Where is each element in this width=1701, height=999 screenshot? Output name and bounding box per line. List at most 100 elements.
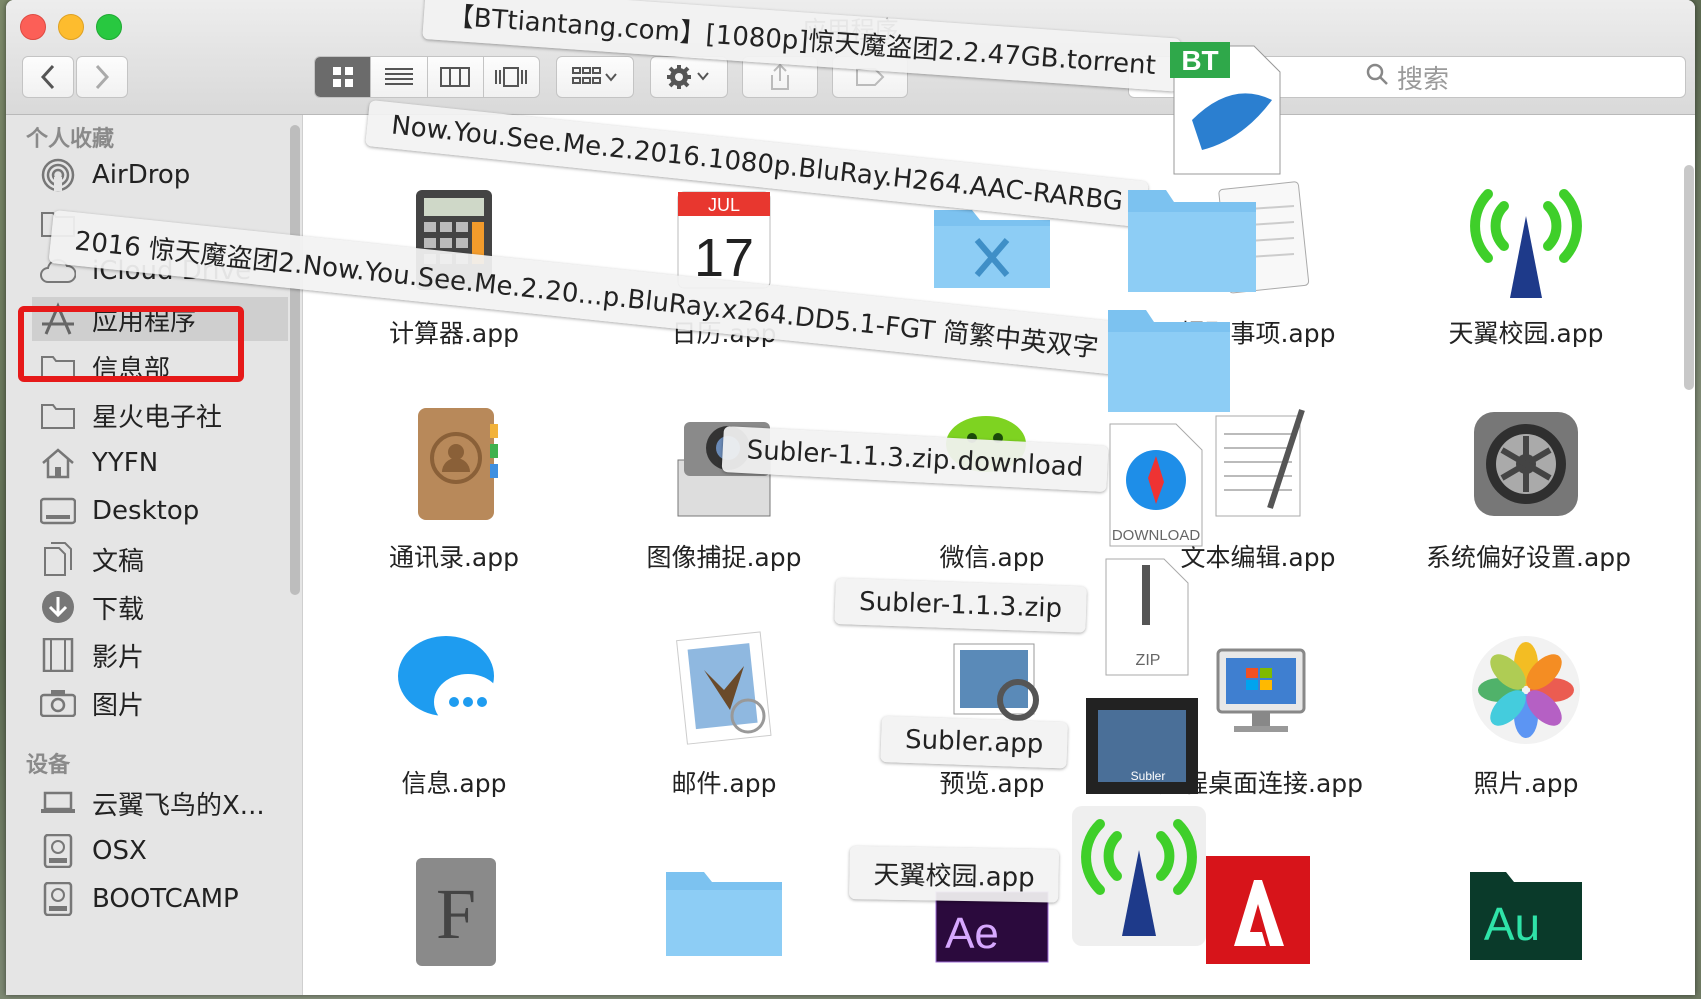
main-scrollbar[interactable] — [1684, 165, 1694, 390]
disk-icon — [40, 881, 76, 917]
sidebar-item-label: 星火电子社 — [92, 402, 223, 433]
drag-item-subler-zip: Subler-1.1.3.zip — [834, 578, 1087, 633]
sidebar-device-label: OSX — [92, 836, 147, 866]
chevron-right-icon — [95, 64, 110, 90]
tianyi-drag-icon — [1072, 806, 1206, 946]
icon-view-button[interactable] — [315, 57, 372, 97]
folder-icon — [40, 397, 76, 433]
sidebar-item-downloads[interactable]: 下载 — [40, 585, 290, 629]
laptop-icon — [40, 785, 76, 821]
remote-desktop-icon — [1198, 630, 1318, 750]
camera-icon — [40, 685, 76, 721]
app-item-messages[interactable]: 信息.app — [354, 630, 554, 800]
forward-button[interactable] — [76, 56, 128, 98]
app-label: 计算器.app — [388, 319, 519, 348]
folder-icon — [1108, 310, 1230, 412]
bt-text: BT — [1181, 45, 1218, 76]
mail-icon — [664, 630, 784, 750]
subler-text: Subler — [1131, 769, 1166, 783]
ae-text: Ae — [945, 909, 999, 958]
airdrop-icon — [40, 157, 76, 193]
home-icon — [40, 445, 76, 481]
font-book-icon: F — [394, 852, 514, 972]
share-icon — [771, 63, 789, 90]
zip-text: ZIP — [1136, 652, 1161, 669]
bt-torrent-icon: BT — [1170, 42, 1281, 175]
disk-icon — [40, 833, 76, 869]
app-item-mail[interactable]: 邮件.app — [624, 630, 824, 800]
finder-window: 应用程序 — [6, 0, 1695, 995]
sidebar-item-spark-club[interactable]: 星火电子社 — [40, 393, 290, 437]
svg-text:F: F — [436, 874, 476, 954]
sidebar-item-documents[interactable]: 文稿 — [40, 537, 290, 581]
column-view-button[interactable] — [428, 57, 484, 97]
sidebar-item-label: 图片 — [92, 690, 145, 721]
back-button[interactable] — [22, 56, 74, 98]
action-button[interactable] — [650, 56, 728, 98]
favorites-header: 个人收藏 — [26, 127, 115, 152]
sidebar-item-pictures[interactable]: 图片 — [40, 681, 290, 725]
highlight-box — [18, 306, 244, 382]
sidebar-item-label: YYFN — [92, 448, 159, 478]
devices-header: 设备 — [26, 753, 71, 778]
app-item-tianyi[interactable]: 天翼校园.app — [1426, 180, 1626, 350]
photos-icon — [1466, 630, 1586, 750]
sidebar-scrollbar[interactable] — [290, 125, 300, 595]
app-label: 信息.app — [401, 769, 507, 798]
app-label: 系统偏好设置.app — [1426, 543, 1632, 572]
zip-file-icon: ZIP — [1105, 558, 1189, 676]
columns-icon — [440, 67, 471, 87]
app-label: 预览.app — [939, 769, 1045, 798]
movies-icon — [40, 637, 76, 673]
app-label: 通讯录.app — [388, 543, 519, 572]
grid-icon — [332, 67, 353, 87]
search-placeholder: 搜索 — [1396, 64, 1449, 95]
sidebar-item-label: 下载 — [92, 594, 145, 625]
app-label: 微信.app — [939, 543, 1045, 572]
folder-icon — [1128, 190, 1256, 292]
contacts-icon — [394, 404, 514, 524]
sidebar-item-label: Desktop — [92, 496, 200, 526]
drag-item-subler-app: Subler.app — [880, 716, 1069, 769]
app-label: 天翼校园.app — [1448, 319, 1604, 348]
drag-item-tianyi: 天翼校园.app — [849, 846, 1060, 903]
download-text: DOWNLOAD — [1112, 527, 1201, 544]
app-item-system-preferences[interactable]: 系统偏好设置.app — [1426, 404, 1632, 574]
textedit-icon — [1198, 404, 1318, 524]
list-icon — [384, 68, 413, 85]
folder-icon — [664, 852, 784, 972]
coverflow-icon — [495, 67, 528, 87]
desktop-icon — [40, 493, 76, 529]
app-item-contacts[interactable]: 通讯录.app — [354, 404, 554, 574]
sidebar-device-osx[interactable]: OSX — [40, 829, 290, 873]
chevron-left-icon — [40, 64, 55, 90]
list-view-button[interactable] — [371, 57, 428, 97]
audition-icon: Au — [1466, 852, 1586, 972]
app-item-font-book[interactable]: F — [354, 852, 554, 972]
sidebar-item-home[interactable]: YYFN — [40, 441, 290, 485]
messages-icon — [394, 630, 514, 750]
adobe-icon — [1198, 852, 1318, 972]
cover-flow-button[interactable] — [484, 57, 539, 97]
app-label: 邮件.app — [671, 769, 777, 798]
app-item-folder[interactable] — [624, 852, 824, 972]
sidebar-item-label: 文稿 — [92, 546, 145, 577]
arrange-button[interactable] — [556, 56, 634, 98]
downloads-icon — [40, 589, 76, 625]
calendar-month: JUL — [708, 195, 740, 215]
tianyi-icon — [1466, 180, 1586, 300]
sidebar-item-airdrop[interactable]: AirDrop — [40, 153, 290, 197]
gear-icon — [667, 65, 709, 89]
system-preferences-icon — [1466, 404, 1586, 524]
documents-icon — [40, 541, 76, 577]
app-item-preview[interactable]: 预览.app — [892, 630, 1092, 800]
app-item-photos[interactable]: 照片.app — [1426, 630, 1626, 800]
sidebar-device-macbook[interactable]: 云翼飞鸟的X... — [40, 781, 290, 825]
app-item-audition[interactable]: Au — [1426, 852, 1626, 972]
download-file-icon: DOWNLOAD — [1109, 423, 1203, 547]
sidebar-item-movies[interactable]: 影片 — [40, 633, 290, 677]
au-text: Au — [1484, 898, 1540, 950]
sidebar-device-bootcamp[interactable]: BOOTCAMP — [40, 877, 290, 921]
sidebar-item-desktop[interactable]: Desktop — [40, 489, 290, 533]
search-icon — [1365, 62, 1389, 93]
